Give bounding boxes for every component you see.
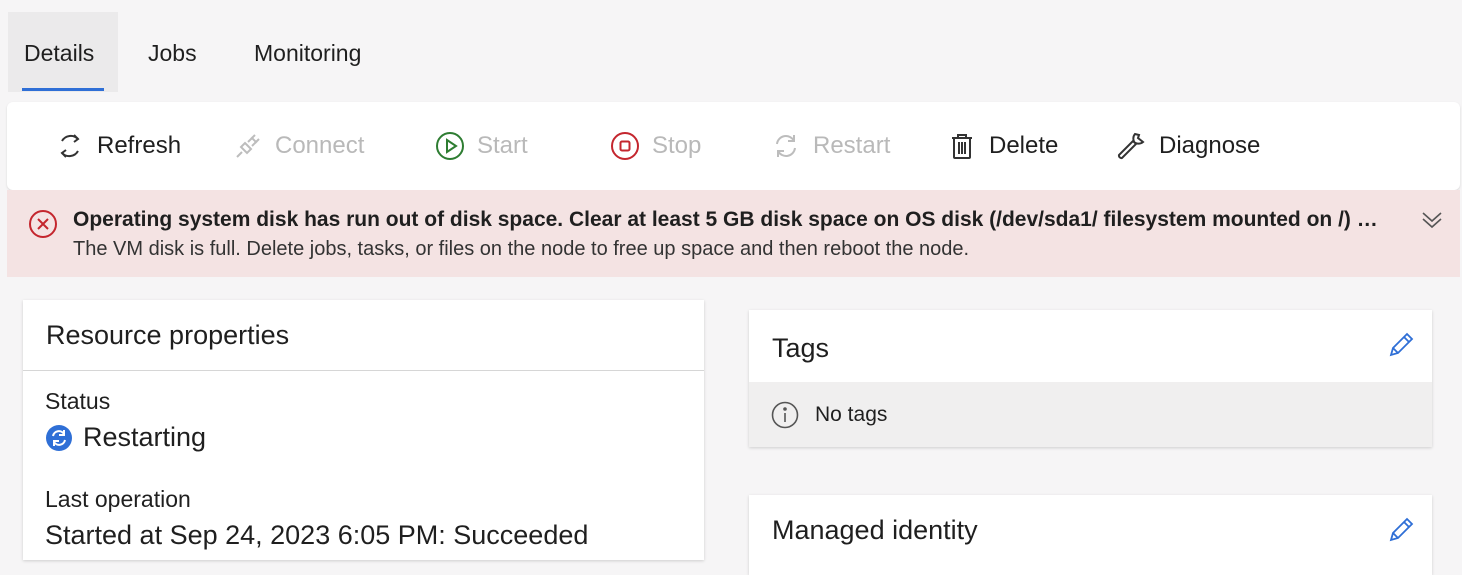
status-value: Restarting — [45, 422, 206, 453]
card-header: Resource properties — [23, 300, 704, 371]
error-circle-icon — [27, 208, 59, 240]
tags-card: Tags No tags — [749, 310, 1432, 447]
diagnose-label: Diagnose — [1159, 132, 1261, 159]
start-button[interactable]: Start — [433, 102, 528, 190]
stop-label: Stop — [652, 132, 702, 159]
command-toolbar: Refresh Connect Start Stop Restart Delet… — [7, 102, 1460, 190]
managed-identity-card: Managed identity — [749, 495, 1432, 575]
wrench-icon — [1115, 129, 1149, 163]
banner-message: The VM disk is full. Delete jobs, tasks,… — [73, 238, 970, 260]
restarting-icon — [45, 424, 73, 452]
diagnose-button[interactable]: Diagnose — [1115, 102, 1260, 190]
resource-properties-card: Resource properties Status Restarting La… — [23, 300, 704, 560]
tags-title: Tags — [772, 333, 830, 363]
status-text: Restarting — [83, 422, 207, 452]
info-icon — [771, 401, 799, 429]
tags-empty-state: No tags — [749, 382, 1432, 447]
connect-button[interactable]: Connect — [231, 102, 364, 190]
tab-jobs-label: Jobs — [148, 40, 197, 66]
restart-label: Restart — [813, 132, 891, 159]
tab-jobs[interactable]: Jobs — [132, 12, 213, 92]
status-label: Status — [45, 388, 111, 414]
no-tags-text: No tags — [815, 402, 888, 426]
play-circle-icon — [433, 129, 467, 163]
managed-identity-title: Managed identity — [772, 515, 978, 545]
last-operation-value: Started at Sep 24, 2023 6:05 PM: Succeed… — [45, 520, 589, 550]
refresh-icon — [53, 129, 87, 163]
edit-pencil-icon[interactable] — [1386, 515, 1416, 545]
restart-icon — [769, 129, 803, 163]
connect-label: Connect — [275, 132, 365, 159]
tab-monitoring[interactable]: Monitoring (preview) — [238, 12, 377, 148]
tab-details[interactable]: Details — [8, 12, 118, 92]
plug-icon — [231, 129, 265, 163]
edit-pencil-icon[interactable] — [1386, 330, 1416, 360]
active-tab-indicator — [22, 88, 104, 91]
refresh-button[interactable]: Refresh — [53, 102, 181, 190]
stop-button[interactable]: Stop — [608, 102, 701, 190]
delete-label: Delete — [989, 132, 1059, 159]
chevron-down-double-icon[interactable] — [1420, 208, 1444, 232]
tab-details-label: Details — [24, 40, 95, 66]
restart-button[interactable]: Restart — [769, 102, 890, 190]
banner-title: Operating system disk has run out of dis… — [73, 208, 1379, 231]
start-label: Start — [477, 132, 528, 159]
trash-icon — [945, 129, 979, 163]
refresh-label: Refresh — [97, 132, 182, 159]
stop-circle-icon — [608, 129, 642, 163]
error-banner: Operating system disk has run out of dis… — [7, 190, 1460, 277]
last-operation-label: Last operation — [45, 486, 191, 512]
delete-button[interactable]: Delete — [945, 102, 1058, 190]
card-title: Resource properties — [46, 320, 290, 350]
